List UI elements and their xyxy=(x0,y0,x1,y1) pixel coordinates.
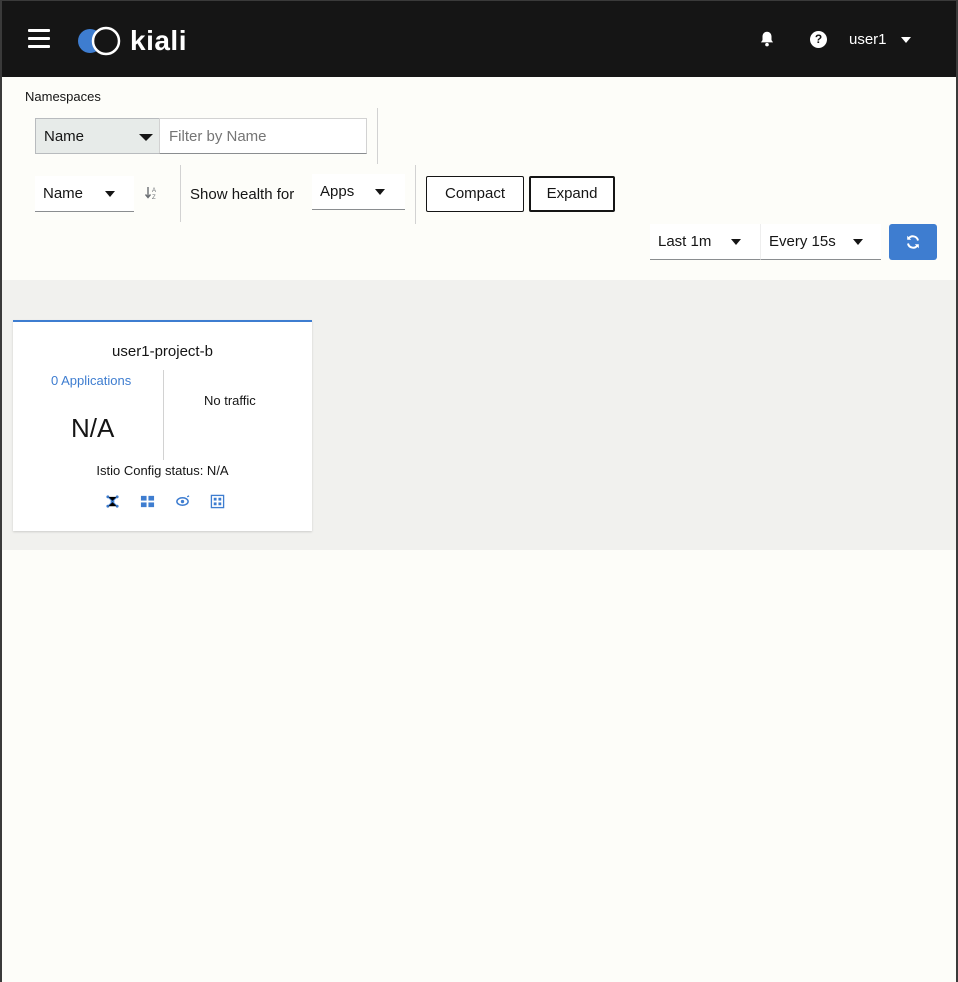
masthead: kiali ? user1 xyxy=(2,0,956,77)
filter-by-name-input[interactable] xyxy=(159,118,367,154)
filter-type-select[interactable]: Name xyxy=(35,118,160,154)
traffic-status: No traffic xyxy=(204,393,256,408)
chevron-down-icon xyxy=(731,239,741,245)
duration-value: Last 1m xyxy=(658,233,712,250)
svg-text:Z: Z xyxy=(152,195,156,201)
applications-icon[interactable] xyxy=(140,494,155,509)
help-icon[interactable]: ? xyxy=(810,31,827,48)
chevron-down-icon xyxy=(375,189,385,195)
applications-link[interactable]: 0 Applications xyxy=(51,373,131,388)
svg-text:A: A xyxy=(152,188,156,194)
divider xyxy=(377,108,378,164)
health-type-value: Apps xyxy=(320,183,355,200)
breadcrumb: Namespaces xyxy=(25,89,101,104)
namespace-actions xyxy=(105,494,225,509)
chevron-down-icon xyxy=(105,191,115,197)
divider xyxy=(163,370,164,460)
graph-topology-icon[interactable] xyxy=(105,494,120,509)
refresh-interval-value: Every 15s xyxy=(769,233,836,250)
namespace-name[interactable]: user1-project-b xyxy=(13,343,312,360)
workloads-icon[interactable] xyxy=(175,494,190,509)
chevron-down-icon xyxy=(139,134,153,141)
refresh-button[interactable] xyxy=(889,224,937,260)
health-status: N/A xyxy=(71,413,115,443)
sort-field-value: Name xyxy=(43,185,84,202)
health-type-select[interactable]: Apps xyxy=(312,174,405,210)
divider xyxy=(415,165,416,224)
chevron-down-icon xyxy=(900,36,911,43)
logo-text: kiali xyxy=(130,25,187,56)
show-health-label: Show health for xyxy=(190,186,295,203)
bell-icon[interactable] xyxy=(758,30,778,50)
duration-select[interactable]: Last 1m xyxy=(650,224,760,260)
istio-config-icon[interactable] xyxy=(210,494,225,509)
filter-type-value: Name xyxy=(44,127,85,145)
sort-direction-icon[interactable]: A Z xyxy=(144,185,160,204)
user-menu[interactable]: user1 xyxy=(849,31,911,48)
kiali-logo[interactable]: kiali xyxy=(76,25,187,57)
sort-field-select[interactable]: Name xyxy=(35,176,134,212)
kiali-logo-icon xyxy=(78,26,121,56)
namespace-card: user1-project-b 0 Applications N/A No tr… xyxy=(13,320,312,531)
namespaces-content: user1-project-b 0 Applications N/A No tr… xyxy=(2,280,956,550)
user-name: user1 xyxy=(849,31,887,48)
sync-icon xyxy=(907,235,919,249)
compact-button[interactable]: Compact xyxy=(426,176,524,212)
divider xyxy=(180,165,181,222)
refresh-interval-select[interactable]: Every 15s xyxy=(760,224,881,260)
expand-button[interactable]: Expand xyxy=(529,176,615,212)
chevron-down-icon xyxy=(853,239,863,245)
hamburger-menu-icon[interactable] xyxy=(28,29,50,49)
istio-config-status: Istio Config status: N/A xyxy=(96,463,229,478)
